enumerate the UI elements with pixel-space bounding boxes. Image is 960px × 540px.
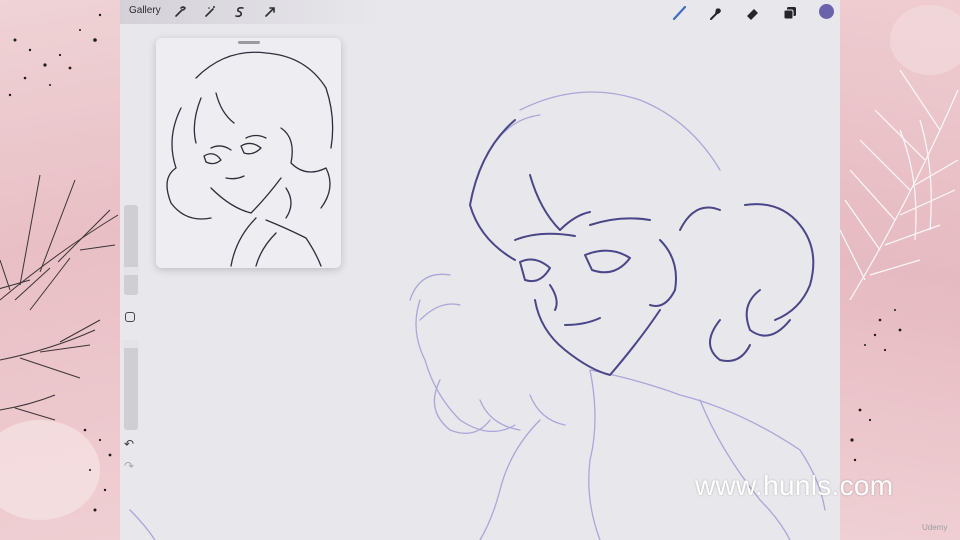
brush-icon[interactable]: [671, 4, 689, 22]
magic-wand-icon[interactable]: [202, 4, 218, 20]
brush-size-thumb[interactable]: [123, 267, 139, 275]
top-toolbar: Gallery: [120, 0, 840, 24]
brush-size-slider[interactable]: [123, 205, 139, 295]
layers-icon[interactable]: [781, 4, 799, 22]
reference-window[interactable]: [156, 38, 341, 268]
reference-drag-handle[interactable]: [238, 41, 260, 44]
eraser-icon[interactable]: [744, 4, 762, 22]
white-leaf-decoration: [840, 5, 960, 462]
wrench-icon[interactable]: [172, 4, 188, 20]
transform-icon[interactable]: [262, 4, 278, 20]
corner-tag: Udemy: [922, 523, 948, 532]
opacity-thumb[interactable]: [123, 340, 139, 348]
redo-icon[interactable]: ↷: [124, 459, 134, 473]
drawing-app: Gallery ↶ ↷: [120, 0, 840, 540]
undo-icon[interactable]: ↶: [124, 437, 134, 451]
left-sidebar: ↶ ↷: [120, 205, 142, 475]
color-picker-button[interactable]: [819, 4, 834, 19]
smudge-icon[interactable]: [707, 4, 725, 22]
modify-button[interactable]: [125, 312, 135, 322]
left-toolbar: Gallery: [120, 0, 380, 24]
selection-icon[interactable]: [232, 4, 248, 20]
watermark-text: www.hunls.com: [695, 470, 894, 501]
left-decor-panel: [0, 0, 120, 540]
reference-image: [166, 51, 334, 267]
opacity-slider[interactable]: [123, 340, 139, 430]
gallery-button[interactable]: Gallery: [129, 5, 161, 16]
right-decor-panel: [840, 0, 960, 540]
palm-leaf-decoration: [0, 13, 119, 520]
